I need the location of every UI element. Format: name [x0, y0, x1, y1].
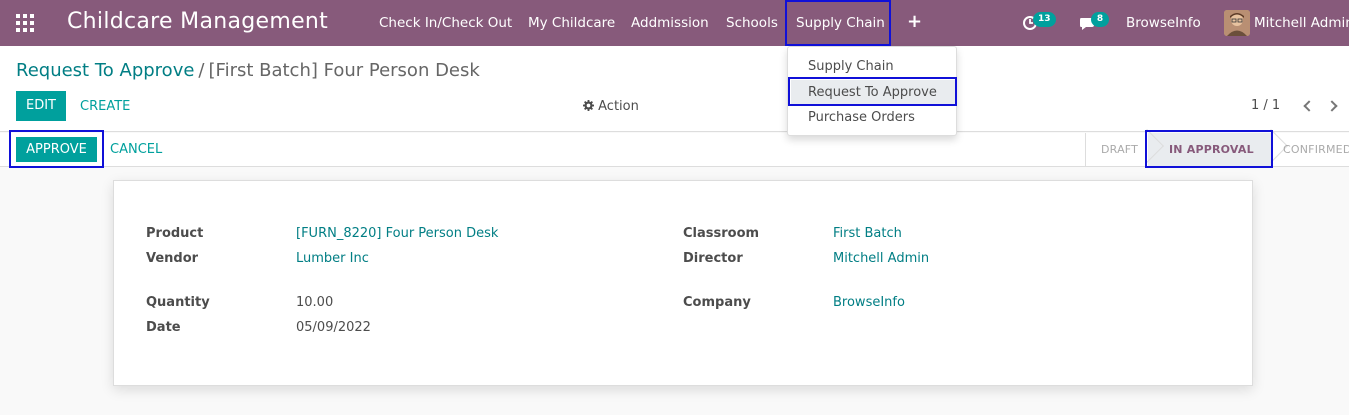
- company-switcher[interactable]: BrowseInfo: [1126, 15, 1201, 31]
- breadcrumb: Request To Approve / [First Batch] Four Pe…: [16, 60, 480, 81]
- director-label: Director: [683, 251, 743, 266]
- breadcrumb-current: [First Batch] Four Person Desk: [208, 60, 480, 81]
- create-button[interactable]: CREATE: [80, 99, 130, 114]
- app-brand-title[interactable]: Childcare Management: [67, 9, 328, 34]
- chevron-right-icon[interactable]: [1326, 100, 1338, 112]
- status-bar: APPROVE CANCEL DRAFT IN APPROVAL CONFIRM…: [0, 129, 1349, 167]
- breadcrumb-separator: /: [198, 60, 205, 81]
- control-panel: Request To Approve / [First Batch] Four Pe…: [0, 46, 1349, 132]
- date-value: 05/09/2022: [296, 320, 371, 335]
- stage-divider: [1085, 133, 1086, 167]
- date-label: Date: [146, 320, 181, 335]
- product-value[interactable]: [FURN_8220] Four Person Desk: [296, 226, 498, 241]
- company-label: Company: [683, 295, 751, 310]
- action-label: Action: [598, 99, 639, 114]
- company-value[interactable]: BrowseInfo: [833, 295, 905, 310]
- form-sheet: Product [FURN_8220] Four Person Desk Ven…: [113, 180, 1253, 386]
- messages-menu[interactable]: 8: [1079, 12, 1113, 34]
- quantity-label: Quantity: [146, 295, 210, 310]
- user-menu[interactable]: Mitchell Admin: [1254, 15, 1349, 31]
- dropdown-item-request-to-approve[interactable]: Request To Approve: [808, 85, 937, 100]
- dropdown-item-supply-chain[interactable]: Supply Chain: [808, 59, 894, 74]
- activity-menu[interactable]: 13: [1022, 12, 1062, 34]
- messages-count-badge: 8: [1091, 12, 1109, 27]
- approve-button[interactable]: APPROVE: [16, 137, 97, 162]
- product-label: Product: [146, 226, 204, 241]
- gear-icon: [583, 100, 594, 111]
- supply-chain-dropdown: Supply Chain Request To Approve Purchase…: [787, 46, 957, 136]
- quantity-value: 10.00: [296, 295, 334, 310]
- classroom-label: Classroom: [683, 226, 760, 241]
- dropdown-item-purchase-orders[interactable]: Purchase Orders: [808, 110, 915, 125]
- cancel-button[interactable]: CANCEL: [110, 142, 162, 157]
- action-menu[interactable]: Action: [583, 99, 639, 114]
- activity-count-badge: 13: [1033, 12, 1056, 27]
- top-navbar: Childcare Management Check In/Check Out …: [0, 0, 1349, 46]
- plus-icon[interactable]: +: [907, 11, 922, 32]
- menu-check-in-check-out[interactable]: Check In/Check Out: [379, 15, 512, 31]
- edit-button[interactable]: EDIT: [16, 91, 66, 121]
- breadcrumb-parent-link[interactable]: Request To Approve: [16, 60, 194, 81]
- vendor-label: Vendor: [146, 251, 199, 266]
- stage-draft[interactable]: DRAFT: [1101, 143, 1138, 156]
- menu-my-childcare[interactable]: My Childcare: [528, 15, 615, 31]
- vendor-value[interactable]: Lumber Inc: [296, 251, 369, 266]
- menu-addmission[interactable]: Addmission: [631, 15, 709, 31]
- classroom-value[interactable]: First Batch: [833, 226, 902, 241]
- stage-confirmed[interactable]: CONFIRMED: [1283, 143, 1349, 156]
- pager-value[interactable]: 1 / 1: [1251, 98, 1280, 113]
- director-value[interactable]: Mitchell Admin: [833, 251, 929, 266]
- menu-schools[interactable]: Schools: [726, 15, 778, 31]
- stage-in-approval[interactable]: IN APPROVAL: [1169, 143, 1254, 156]
- apps-grid-icon[interactable]: [16, 14, 34, 32]
- chevron-left-icon[interactable]: [1303, 100, 1315, 112]
- user-avatar[interactable]: [1224, 10, 1250, 36]
- menu-supply-chain[interactable]: Supply Chain: [796, 15, 885, 31]
